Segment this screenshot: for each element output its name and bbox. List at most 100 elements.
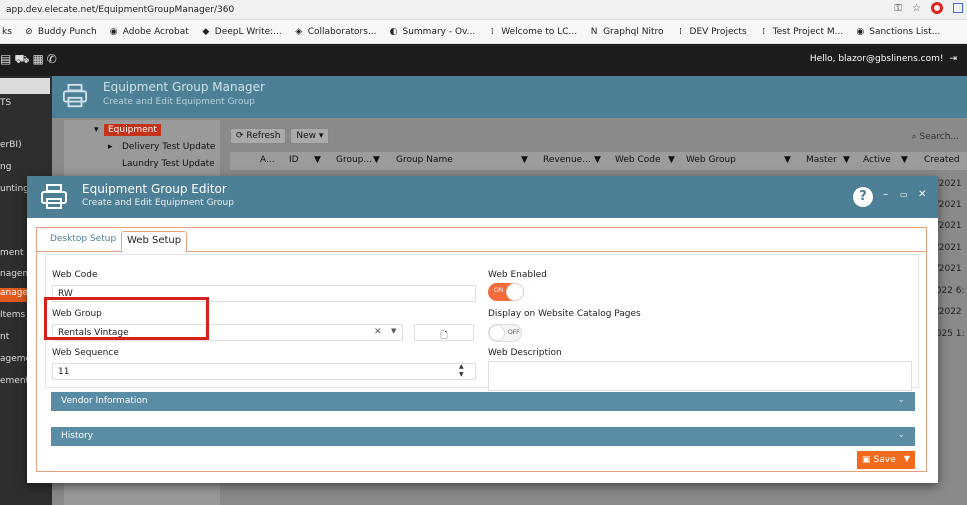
chevron-down-icon[interactable]: ▼ <box>391 327 396 335</box>
web-description-label: Web Description <box>488 348 562 358</box>
search-icon: ⌕ <box>911 132 917 142</box>
column-header[interactable]: Web Group <box>686 155 736 165</box>
tree-node[interactable]: Delivery Test Update <box>122 142 215 152</box>
web-enabled-toggle[interactable]: ON <box>488 283 524 301</box>
display-catalog-toggle[interactable]: OFF <box>488 324 522 342</box>
bookmark-item[interactable]: N Graphql Nitro <box>589 27 664 37</box>
star-icon[interactable]: ☆ <box>912 3 921 14</box>
bookmark-item[interactable]: ◐ Summary - Ov... <box>389 27 476 37</box>
dialog-title: Equipment Group Editor <box>82 182 227 196</box>
filter-icon[interactable]: ▼ <box>668 155 675 165</box>
bookmarks-bar: ks ⊘ Buddy Punch ◉ Adobe Acrobat ◆ DeepL Write… <box>0 20 967 44</box>
column-header[interactable]: A... <box>260 155 275 165</box>
grid-icon[interactable]: ▤ <box>0 52 11 68</box>
bookmark-icon: ⁞ <box>679 26 682 37</box>
bookmark-label: DeepL Write:... <box>214 26 282 37</box>
printer-icon <box>41 184 67 209</box>
spinner-icon[interactable]: ▲ ▼ <box>459 363 464 379</box>
tree-caret-icon[interactable]: ▸ <box>108 142 113 152</box>
column-header[interactable]: Active <box>863 155 891 165</box>
column-header[interactable]: Group... <box>336 155 372 165</box>
column-header[interactable]: Group Name <box>396 155 453 165</box>
column-header[interactable]: ID <box>289 155 299 165</box>
phone-icon[interactable]: ✆ <box>47 52 57 68</box>
bookmark-item[interactable]: ⁞ Test Project M... <box>759 26 843 37</box>
table-icon[interactable]: ▦ <box>32 52 43 68</box>
url-text[interactable]: app.dev.elecate.net/EquipmentGroupManage… <box>6 5 234 15</box>
editor-panel: Desktop Setup Web Setup Web Code RW Web … <box>36 227 927 472</box>
filter-icon[interactable]: ▼ <box>521 155 528 165</box>
minimize-icon[interactable]: – <box>883 189 888 200</box>
tree-node[interactable]: Laundry Test Update <box>122 159 215 169</box>
sidebar-search-box[interactable] <box>0 78 50 94</box>
web-code-label: Web Code <box>52 270 98 280</box>
bookmark-item[interactable]: ⊘ Buddy Punch <box>24 27 97 37</box>
bookmark-icon: ⁞ <box>762 26 766 37</box>
filter-icon[interactable]: ▼ <box>784 155 791 165</box>
bookmark-item[interactable]: ◉ Adobe Acrobat <box>109 27 189 37</box>
truck-icon[interactable]: ⛟ <box>14 52 29 68</box>
chevron-down-icon[interactable]: ▼ <box>904 454 910 463</box>
filter-icon[interactable]: ▼ <box>901 155 908 165</box>
bookmark-item[interactable]: ⁞ DEV Projects <box>676 27 747 37</box>
tab-desktop-setup[interactable]: Desktop Setup <box>45 231 121 247</box>
bookmark-icon: ⁞ <box>490 26 494 37</box>
key-icon[interactable]: ⚿ <box>894 3 902 14</box>
column-header[interactable]: Master <box>806 155 837 165</box>
sidebar-item[interactable]: TS <box>0 98 52 108</box>
web-group-select[interactable]: Rentals Vintage <box>52 324 403 341</box>
history-section[interactable]: History ⌄ <box>51 427 915 446</box>
toggle-state: ON <box>494 287 504 294</box>
tab-bar: Desktop Setup Web Setup <box>37 228 926 253</box>
web-sequence-input[interactable]: 11 <box>52 363 476 380</box>
column-header[interactable]: Revenue... <box>543 155 591 165</box>
tab-web-setup[interactable]: Web Setup <box>121 231 188 253</box>
page-header: Equipment Group Manager Create and Edit … <box>52 76 967 118</box>
user-greeting: Hello, blazor@gbslinens.com! <box>809 54 944 64</box>
bookmark-label: Adobe Acrobat <box>122 26 189 37</box>
close-icon[interactable]: ✕ <box>918 189 926 200</box>
bookmark-label: Summary - Ov... <box>402 26 476 37</box>
filter-icon[interactable]: ▼ <box>373 155 380 165</box>
vendor-information-section[interactable]: Vendor Information ⌄ <box>51 392 915 411</box>
column-header[interactable]: Web Code <box>615 155 661 165</box>
search-input[interactable]: Search... <box>919 132 959 142</box>
web-code-input[interactable]: RW <box>52 285 476 302</box>
logout-icon[interactable]: ⇥ <box>949 54 957 64</box>
web-description-textarea[interactable] <box>488 361 912 391</box>
help-button[interactable]: ? <box>853 187 873 207</box>
filter-icon[interactable]: ▼ <box>314 155 321 165</box>
equipment-group-editor-dialog: Equipment Group Editor Create and Edit E… <box>27 176 938 483</box>
tree-caret-icon[interactable]: ▾ <box>94 125 99 135</box>
new-document-button[interactable]: 🗋 <box>414 324 474 341</box>
filter-icon[interactable]: ▼ <box>843 155 850 165</box>
tree-root-equipment[interactable]: Equipment <box>104 124 161 136</box>
document-icon: 🗋 <box>440 331 448 341</box>
browser-url-bar[interactable]: app.dev.elecate.net/EquipmentGroupManage… <box>0 0 967 20</box>
web-setup-form: Web Code RW Web Group Rentals Vintage ✕ … <box>45 254 919 391</box>
refresh-button[interactable]: ⟳ Refresh <box>230 128 287 144</box>
column-header[interactable]: Created <box>924 155 960 165</box>
chevron-down-icon[interactable]: ⌄ <box>897 430 905 440</box>
chevron-down-icon[interactable]: ⌄ <box>897 395 905 405</box>
filter-icon[interactable]: ▼ <box>594 155 601 165</box>
bookmark-item[interactable]: ◆ DeepL Write:... <box>201 26 282 37</box>
bookmark-item[interactable]: ◈ Collaborators... <box>294 27 376 37</box>
bookmark-item[interactable]: ◉ Sanctions List... <box>855 27 940 37</box>
dialog-subtitle: Create and Edit Equipment Group <box>82 198 234 208</box>
new-button[interactable]: New ▾ <box>290 128 330 144</box>
sidebar-item[interactable]: erBI) <box>0 140 52 150</box>
printer-icon <box>62 83 88 108</box>
clear-icon[interactable]: ✕ <box>374 327 382 337</box>
maximize-icon[interactable]: ▭ <box>900 190 908 199</box>
bookmark-icon: ◆ <box>202 26 210 37</box>
bookmark-item[interactable]: ⁞ Welcome to LC... <box>487 27 577 37</box>
extension-icon[interactable] <box>953 3 963 13</box>
save-button[interactable]: ▣ Save ▼ <box>857 451 915 469</box>
bookmark-item[interactable]: ks <box>2 27 12 37</box>
opera-icon[interactable] <box>931 2 943 14</box>
sidebar-item[interactable]: ng <box>0 162 52 172</box>
page-subtitle: Create and Edit Equipment Group <box>103 97 255 107</box>
bookmark-icon: ⊘ <box>25 26 33 37</box>
toggle-knob <box>506 283 524 301</box>
